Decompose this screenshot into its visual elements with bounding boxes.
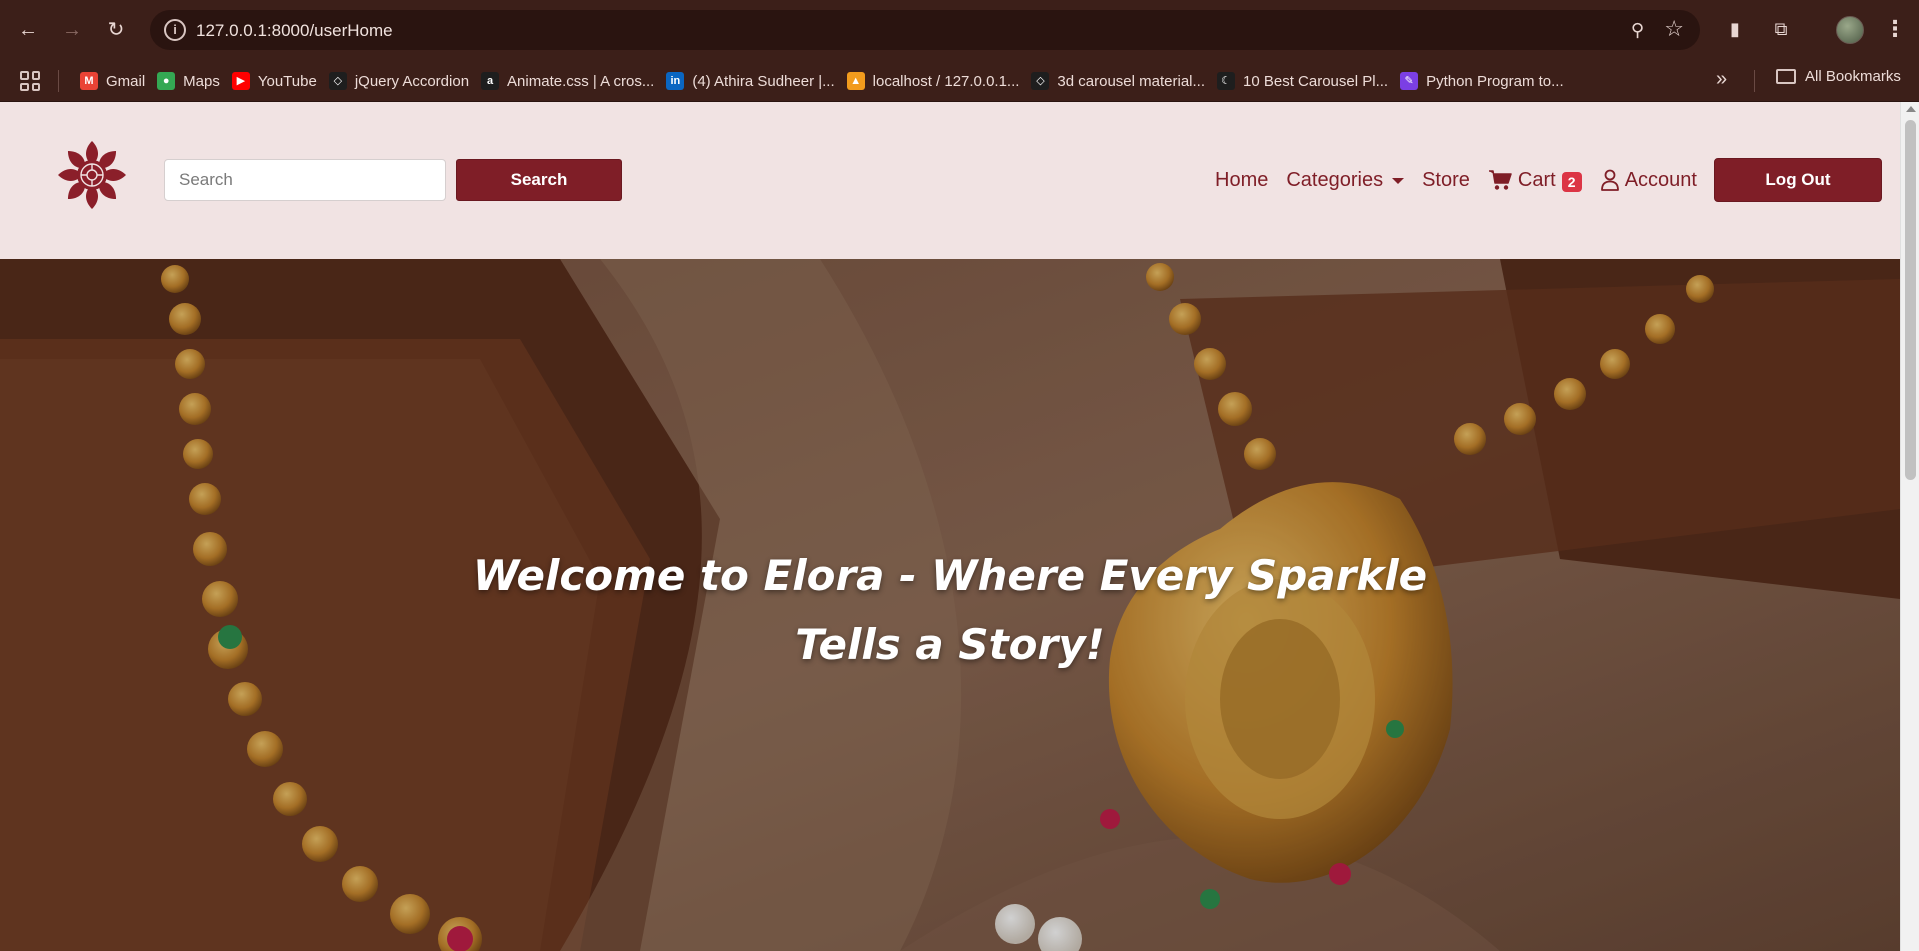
nav-account-label: Account bbox=[1624, 168, 1697, 191]
bookmark-item[interactable]: ✎ Python Program to... bbox=[1398, 67, 1574, 95]
bookmarks-list: M Gmail ● Maps ▶ YouTube ◇ jQuery Accordion a Ani… bbox=[78, 60, 1574, 102]
nav-cart-label: Cart bbox=[1517, 168, 1556, 191]
profile-avatar[interactable] bbox=[1836, 16, 1864, 44]
bookmarks-divider bbox=[58, 70, 59, 92]
extension-icon[interactable]: ▮ bbox=[1722, 16, 1748, 42]
zoom-icon[interactable]: ⚲ bbox=[1631, 20, 1644, 41]
bookmark-label: Animate.css | A cros... bbox=[507, 72, 655, 90]
codepen-icon: ◇ bbox=[328, 72, 347, 90]
bookmark-item[interactable]: ◇ jQuery Accordion bbox=[327, 67, 479, 95]
scroll-thumb[interactable] bbox=[1905, 120, 1916, 480]
apps-grid-icon[interactable] bbox=[20, 71, 40, 91]
scroll-up-arrow-icon[interactable] bbox=[1906, 106, 1916, 112]
search-button[interactable]: Search bbox=[456, 159, 622, 201]
bookmark-item[interactable]: ▶ YouTube bbox=[230, 67, 327, 95]
bookmark-item[interactable]: a Animate.css | A cros... bbox=[479, 67, 664, 95]
bookmark-item[interactable]: ☾ 10 Best Carousel Pl... bbox=[1215, 67, 1398, 95]
nav-store[interactable]: Store bbox=[1422, 169, 1470, 192]
nav-cart[interactable]: Cart 2 bbox=[1488, 168, 1582, 192]
browser-menu-icon[interactable]: ⋮ bbox=[1884, 14, 1906, 46]
bookmarks-divider bbox=[1754, 70, 1755, 92]
hero-title: Welcome to Elora - Where Every Sparkle T… bbox=[450, 541, 1450, 679]
bookmark-item[interactable]: M Gmail bbox=[78, 67, 155, 95]
all-bookmarks-label: All Bookmarks bbox=[1805, 68, 1901, 85]
nav-account[interactable]: Account bbox=[1600, 169, 1697, 192]
bookmark-label: Maps bbox=[183, 72, 220, 90]
hero-title-line1: Welcome to Elora - Where Every Sparkle bbox=[472, 551, 1428, 600]
forward-icon[interactable]: → bbox=[56, 14, 88, 46]
folder-icon bbox=[1776, 69, 1796, 84]
back-icon[interactable]: ← bbox=[12, 14, 44, 46]
all-bookmarks-button[interactable]: All Bookmarks bbox=[1776, 68, 1901, 85]
codepen-icon: ◇ bbox=[1031, 72, 1050, 90]
elora-logo[interactable] bbox=[56, 139, 128, 211]
hero-banner: Welcome to Elora - Where Every Sparkle T… bbox=[0, 259, 1900, 951]
phpmyadmin-icon: ▲ bbox=[846, 72, 865, 90]
bookmark-item[interactable]: in (4) Athira Sudheer |... bbox=[664, 67, 844, 95]
bookmark-label: Python Program to... bbox=[1426, 72, 1564, 90]
bookmark-label: (4) Athira Sudheer |... bbox=[692, 72, 835, 90]
page-viewport: Search Home Categories Store Cart 2 bbox=[0, 102, 1900, 951]
extensions-puzzle-icon[interactable]: ⧉ bbox=[1768, 16, 1794, 42]
cart-count-badge: 2 bbox=[1561, 172, 1582, 192]
cart-icon bbox=[1488, 170, 1512, 190]
address-bar[interactable]: i 127.0.0.1:8000/userHome ⚲ ☆ bbox=[150, 10, 1700, 50]
site-info-icon[interactable]: i bbox=[164, 19, 186, 41]
logout-button[interactable]: Log Out bbox=[1714, 158, 1882, 202]
nav-categories-label: Categories bbox=[1286, 168, 1384, 191]
linkedin-icon: in bbox=[666, 72, 685, 90]
nav-categories-dropdown[interactable]: Categories bbox=[1286, 168, 1405, 192]
bookmark-label: localhost / 127.0.0.1... bbox=[872, 72, 1020, 90]
bookmark-item[interactable]: ▲ localhost / 127.0.0.1... bbox=[845, 67, 1030, 95]
bookmark-item[interactable]: ◇ 3d carousel material... bbox=[1029, 67, 1215, 95]
bookmark-label: jQuery Accordion bbox=[354, 72, 470, 90]
search-input[interactable] bbox=[164, 159, 446, 201]
nav-home[interactable]: Home bbox=[1215, 169, 1268, 192]
bookmark-label: 10 Best Carousel Pl... bbox=[1243, 72, 1389, 90]
bookmark-label: YouTube bbox=[257, 72, 317, 90]
reload-icon[interactable]: ↻ bbox=[100, 14, 132, 46]
caret-down-icon bbox=[1392, 178, 1405, 184]
user-icon bbox=[1600, 169, 1619, 191]
main-nav: Home Categories Store Cart 2 Account bbox=[1215, 159, 1715, 201]
youtube-icon: ▶ bbox=[231, 72, 250, 90]
maps-icon: ● bbox=[157, 72, 176, 90]
more-bookmarks-icon[interactable]: » bbox=[1716, 68, 1727, 91]
bookmark-label: 3d carousel material... bbox=[1057, 72, 1205, 90]
bookmark-label: Gmail bbox=[106, 72, 146, 90]
browser-toolbar: ← → ↻ i 127.0.0.1:8000/userHome ⚲ ☆ ▮ ⧉ … bbox=[0, 0, 1919, 60]
hero-title-line2: Tells a Story! bbox=[795, 620, 1105, 669]
animate-icon: a bbox=[481, 72, 500, 90]
bookmarks-bar: M Gmail ● Maps ▶ YouTube ◇ jQuery Accordion a Ani… bbox=[0, 60, 1919, 102]
site-header: Search Home Categories Store Cart 2 bbox=[0, 102, 1900, 259]
bookmark-star-icon[interactable]: ☆ bbox=[1664, 16, 1684, 42]
pen-icon: ✎ bbox=[1400, 72, 1419, 90]
address-url[interactable]: 127.0.0.1:8000/userHome bbox=[196, 21, 393, 41]
page-scrollbar[interactable] bbox=[1900, 102, 1919, 951]
moon-icon: ☾ bbox=[1217, 72, 1235, 90]
gmail-icon: M bbox=[80, 72, 98, 90]
bookmark-item[interactable]: ● Maps bbox=[155, 67, 230, 95]
